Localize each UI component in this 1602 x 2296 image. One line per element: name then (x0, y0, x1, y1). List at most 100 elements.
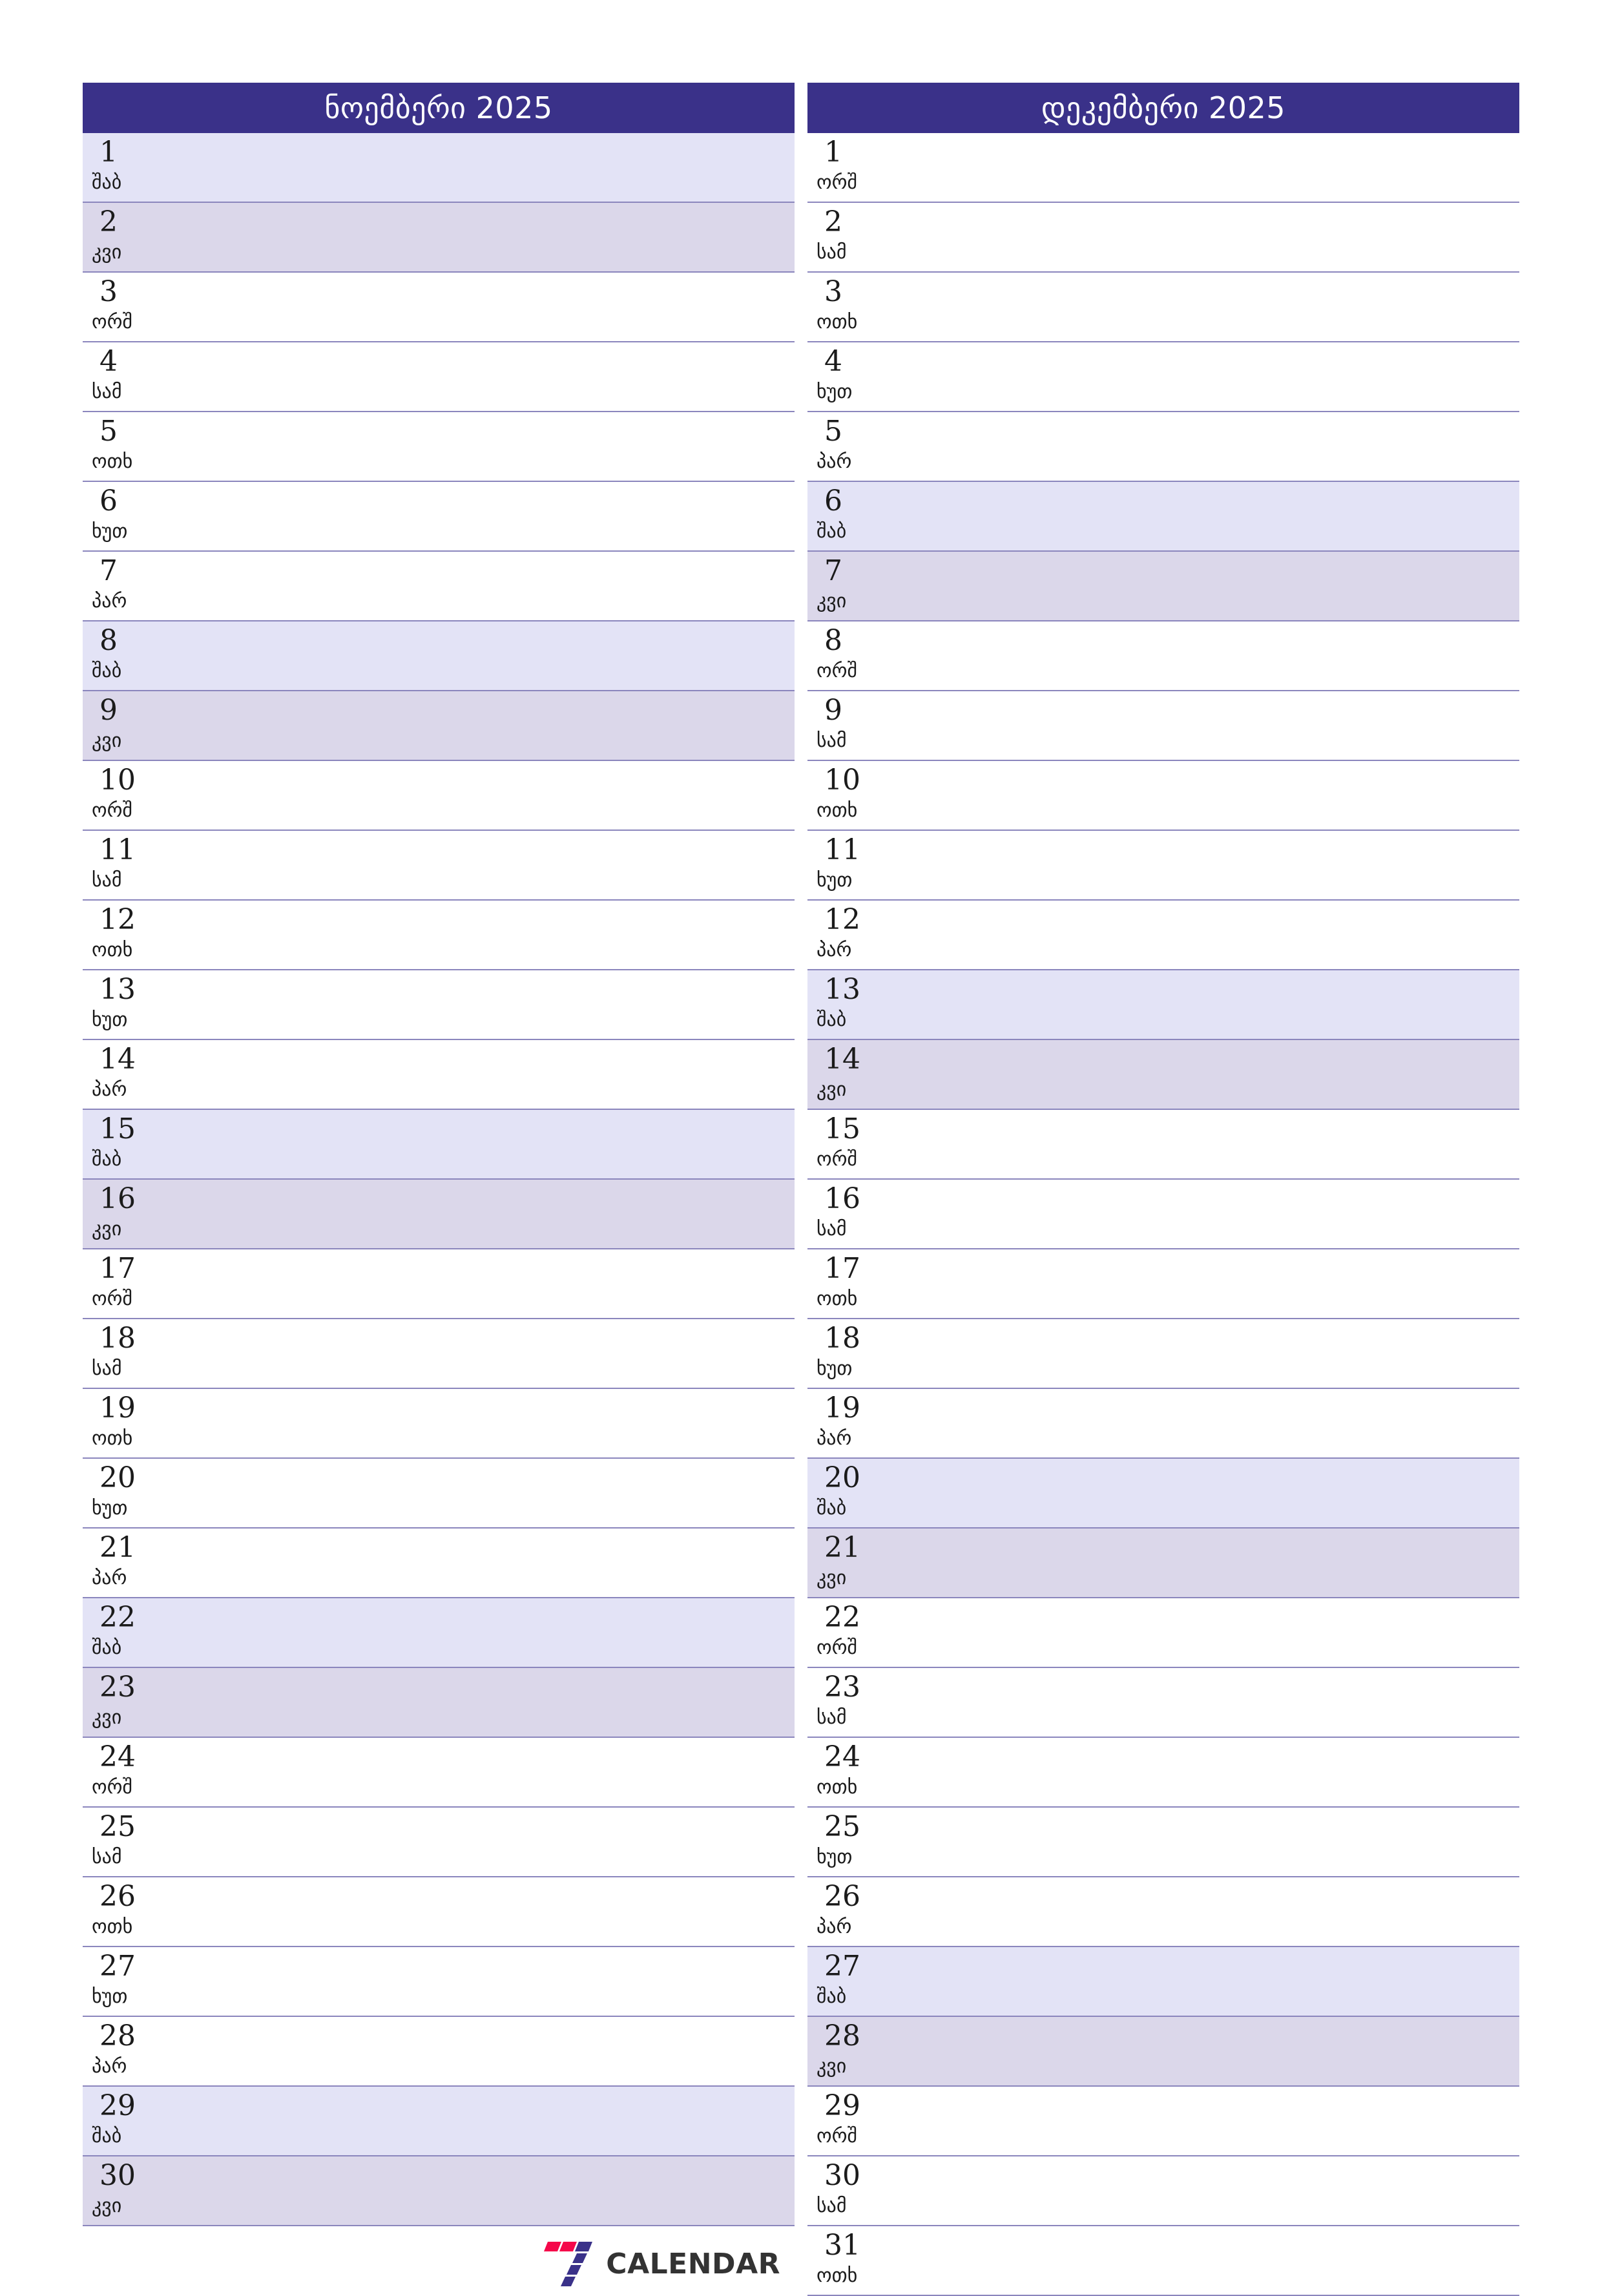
day-weekday: ხუთ (92, 520, 128, 543)
day-row[interactable]: 24 ორშ (83, 1738, 795, 1808)
day-row[interactable]: 2 კვი (83, 203, 795, 273)
day-row[interactable]: 27 შაბ (807, 1947, 1519, 2017)
day-number: 19 (824, 1392, 860, 1425)
day-row[interactable]: 6 შაბ (807, 482, 1519, 552)
day-number: 3 (824, 275, 842, 308)
day-row[interactable]: 1 შაბ (83, 133, 795, 203)
day-row[interactable]: 22 ორშ (807, 1598, 1519, 1668)
day-row[interactable]: 20 ხუთ (83, 1459, 795, 1529)
day-row[interactable]: 25 სამ (83, 1808, 795, 1877)
day-number: 6 (99, 485, 118, 517)
day-row[interactable]: 15 შაბ (83, 1110, 795, 1180)
day-row[interactable]: 28 კვი (807, 2017, 1519, 2087)
day-row[interactable]: 8 ორშ (807, 621, 1519, 691)
day-row[interactable]: 14 პარ (83, 1040, 795, 1110)
month-column-1: ნოემბერი 2025 1 შაბ 2 კვი 3 ორშ 4 სამ 5 ოთხ 6 ხუთ 7 პ… (83, 83, 795, 2296)
day-row[interactable]: 28 პარ (83, 2017, 795, 2087)
day-row[interactable]: 25 ხუთ (807, 1808, 1519, 1877)
day-weekday: პარ (817, 1915, 852, 1938)
day-weekday: სამ (817, 241, 847, 264)
day-row[interactable]: 23 კვი (83, 1668, 795, 1738)
day-weekday: სამ (92, 869, 122, 892)
day-row[interactable]: 15 ორშ (807, 1110, 1519, 1180)
seven-logo-icon (544, 2242, 593, 2286)
day-row[interactable]: 7 პარ (83, 552, 795, 621)
day-row[interactable]: 2 სამ (807, 203, 1519, 273)
day-row[interactable]: 5 ოთხ (83, 412, 795, 482)
day-row[interactable]: 9 კვი (83, 691, 795, 761)
day-row[interactable]: 29 შაბ (83, 2087, 795, 2156)
day-weekday: ხუთ (92, 1985, 128, 2008)
day-row[interactable]: 6 ხუთ (83, 482, 795, 552)
day-row[interactable]: 27 ხუთ (83, 1947, 795, 2017)
day-weekday: ხუთ (92, 1008, 128, 1031)
day-row[interactable]: 5 პარ (807, 412, 1519, 482)
day-row[interactable]: 29 ორშ (807, 2087, 1519, 2156)
day-row[interactable]: 12 ოთხ (83, 901, 795, 970)
day-number: 4 (824, 345, 842, 378)
day-row[interactable]: 30 კვი (83, 2156, 795, 2226)
day-number: 22 (99, 1601, 136, 1634)
day-row[interactable]: 21 კვი (807, 1529, 1519, 1598)
day-number: 16 (99, 1182, 136, 1215)
day-row[interactable]: 31 ოთხ (807, 2226, 1519, 2296)
planner-columns: ნოემბერი 2025 1 შაბ 2 კვი 3 ორშ 4 სამ 5 ოთხ 6 ხუთ 7 პ… (83, 83, 1519, 2296)
day-row[interactable]: 20 შაბ (807, 1459, 1519, 1529)
day-row[interactable]: 14 კვი (807, 1040, 1519, 1110)
day-row[interactable]: 3 ორშ (83, 273, 795, 342)
day-row[interactable]: 7 კვი (807, 552, 1519, 621)
day-row[interactable]: 19 ოთხ (83, 1389, 795, 1459)
day-row[interactable]: 30 სამ (807, 2156, 1519, 2226)
day-weekday: ხუთ (92, 1497, 128, 1519)
day-number: 30 (99, 2159, 136, 2192)
day-weekday: ხუთ (817, 1357, 853, 1380)
day-weekday: შაბ (92, 660, 122, 682)
day-row[interactable]: 16 კვი (83, 1180, 795, 1249)
day-row[interactable]: 17 ოთხ (807, 1249, 1519, 1319)
day-row[interactable]: 26 ოთხ (83, 1877, 795, 1947)
day-number: 29 (824, 2089, 860, 2122)
day-row[interactable]: 11 სამ (83, 831, 795, 901)
day-weekday: კვი (92, 2195, 122, 2217)
day-row[interactable]: 13 ხუთ (83, 970, 795, 1040)
day-row[interactable]: 22 შაბ (83, 1598, 795, 1668)
day-number: 15 (824, 1112, 860, 1145)
day-number: 21 (99, 1531, 136, 1564)
day-number: 17 (99, 1252, 136, 1285)
day-number: 29 (99, 2089, 136, 2122)
day-number: 28 (99, 2019, 136, 2052)
day-row[interactable]: 4 სამ (83, 342, 795, 412)
day-row[interactable]: 1 ორშ (807, 133, 1519, 203)
day-row[interactable]: 12 პარ (807, 901, 1519, 970)
day-number: 5 (99, 415, 118, 448)
day-row[interactable]: 24 ოთხ (807, 1738, 1519, 1808)
day-number: 18 (824, 1322, 860, 1355)
day-weekday: სამ (92, 1357, 122, 1380)
day-row[interactable]: 17 ორშ (83, 1249, 795, 1319)
day-weekday: ორშ (817, 660, 857, 682)
day-row[interactable]: 21 პარ (83, 1529, 795, 1598)
day-row[interactable]: 11 ხუთ (807, 831, 1519, 901)
day-weekday: ორშ (92, 1776, 132, 1799)
day-row[interactable]: 18 სამ (83, 1319, 795, 1389)
day-number: 8 (99, 624, 118, 657)
day-row[interactable]: 8 შაბ (83, 621, 795, 691)
day-weekday: შაბ (92, 171, 122, 194)
day-row[interactable]: 18 ხუთ (807, 1319, 1519, 1389)
day-row[interactable]: 9 სამ (807, 691, 1519, 761)
day-weekday: პარ (92, 1567, 127, 1589)
day-row[interactable]: 3 ოთხ (807, 273, 1519, 342)
day-row[interactable]: 13 შაბ (807, 970, 1519, 1040)
day-row[interactable]: 26 პარ (807, 1877, 1519, 1947)
day-row[interactable]: 10 ოთხ (807, 761, 1519, 831)
brand-name: CALENDAR (606, 2248, 780, 2280)
day-weekday: ორშ (92, 1288, 132, 1310)
day-row[interactable]: 19 პარ (807, 1389, 1519, 1459)
day-row[interactable]: 10 ორშ (83, 761, 795, 831)
day-row[interactable]: 23 სამ (807, 1668, 1519, 1738)
month-column-2: დეკემბერი 2025 1 ორშ 2 სამ 3 ოთხ 4 ხუთ 5 პარ 6 შაბ 7… (807, 83, 1519, 2296)
day-row[interactable]: 4 ხუთ (807, 342, 1519, 412)
day-weekday: ოთხ (817, 2264, 858, 2287)
day-weekday: ორშ (92, 799, 132, 822)
day-row[interactable]: 16 სამ (807, 1180, 1519, 1249)
